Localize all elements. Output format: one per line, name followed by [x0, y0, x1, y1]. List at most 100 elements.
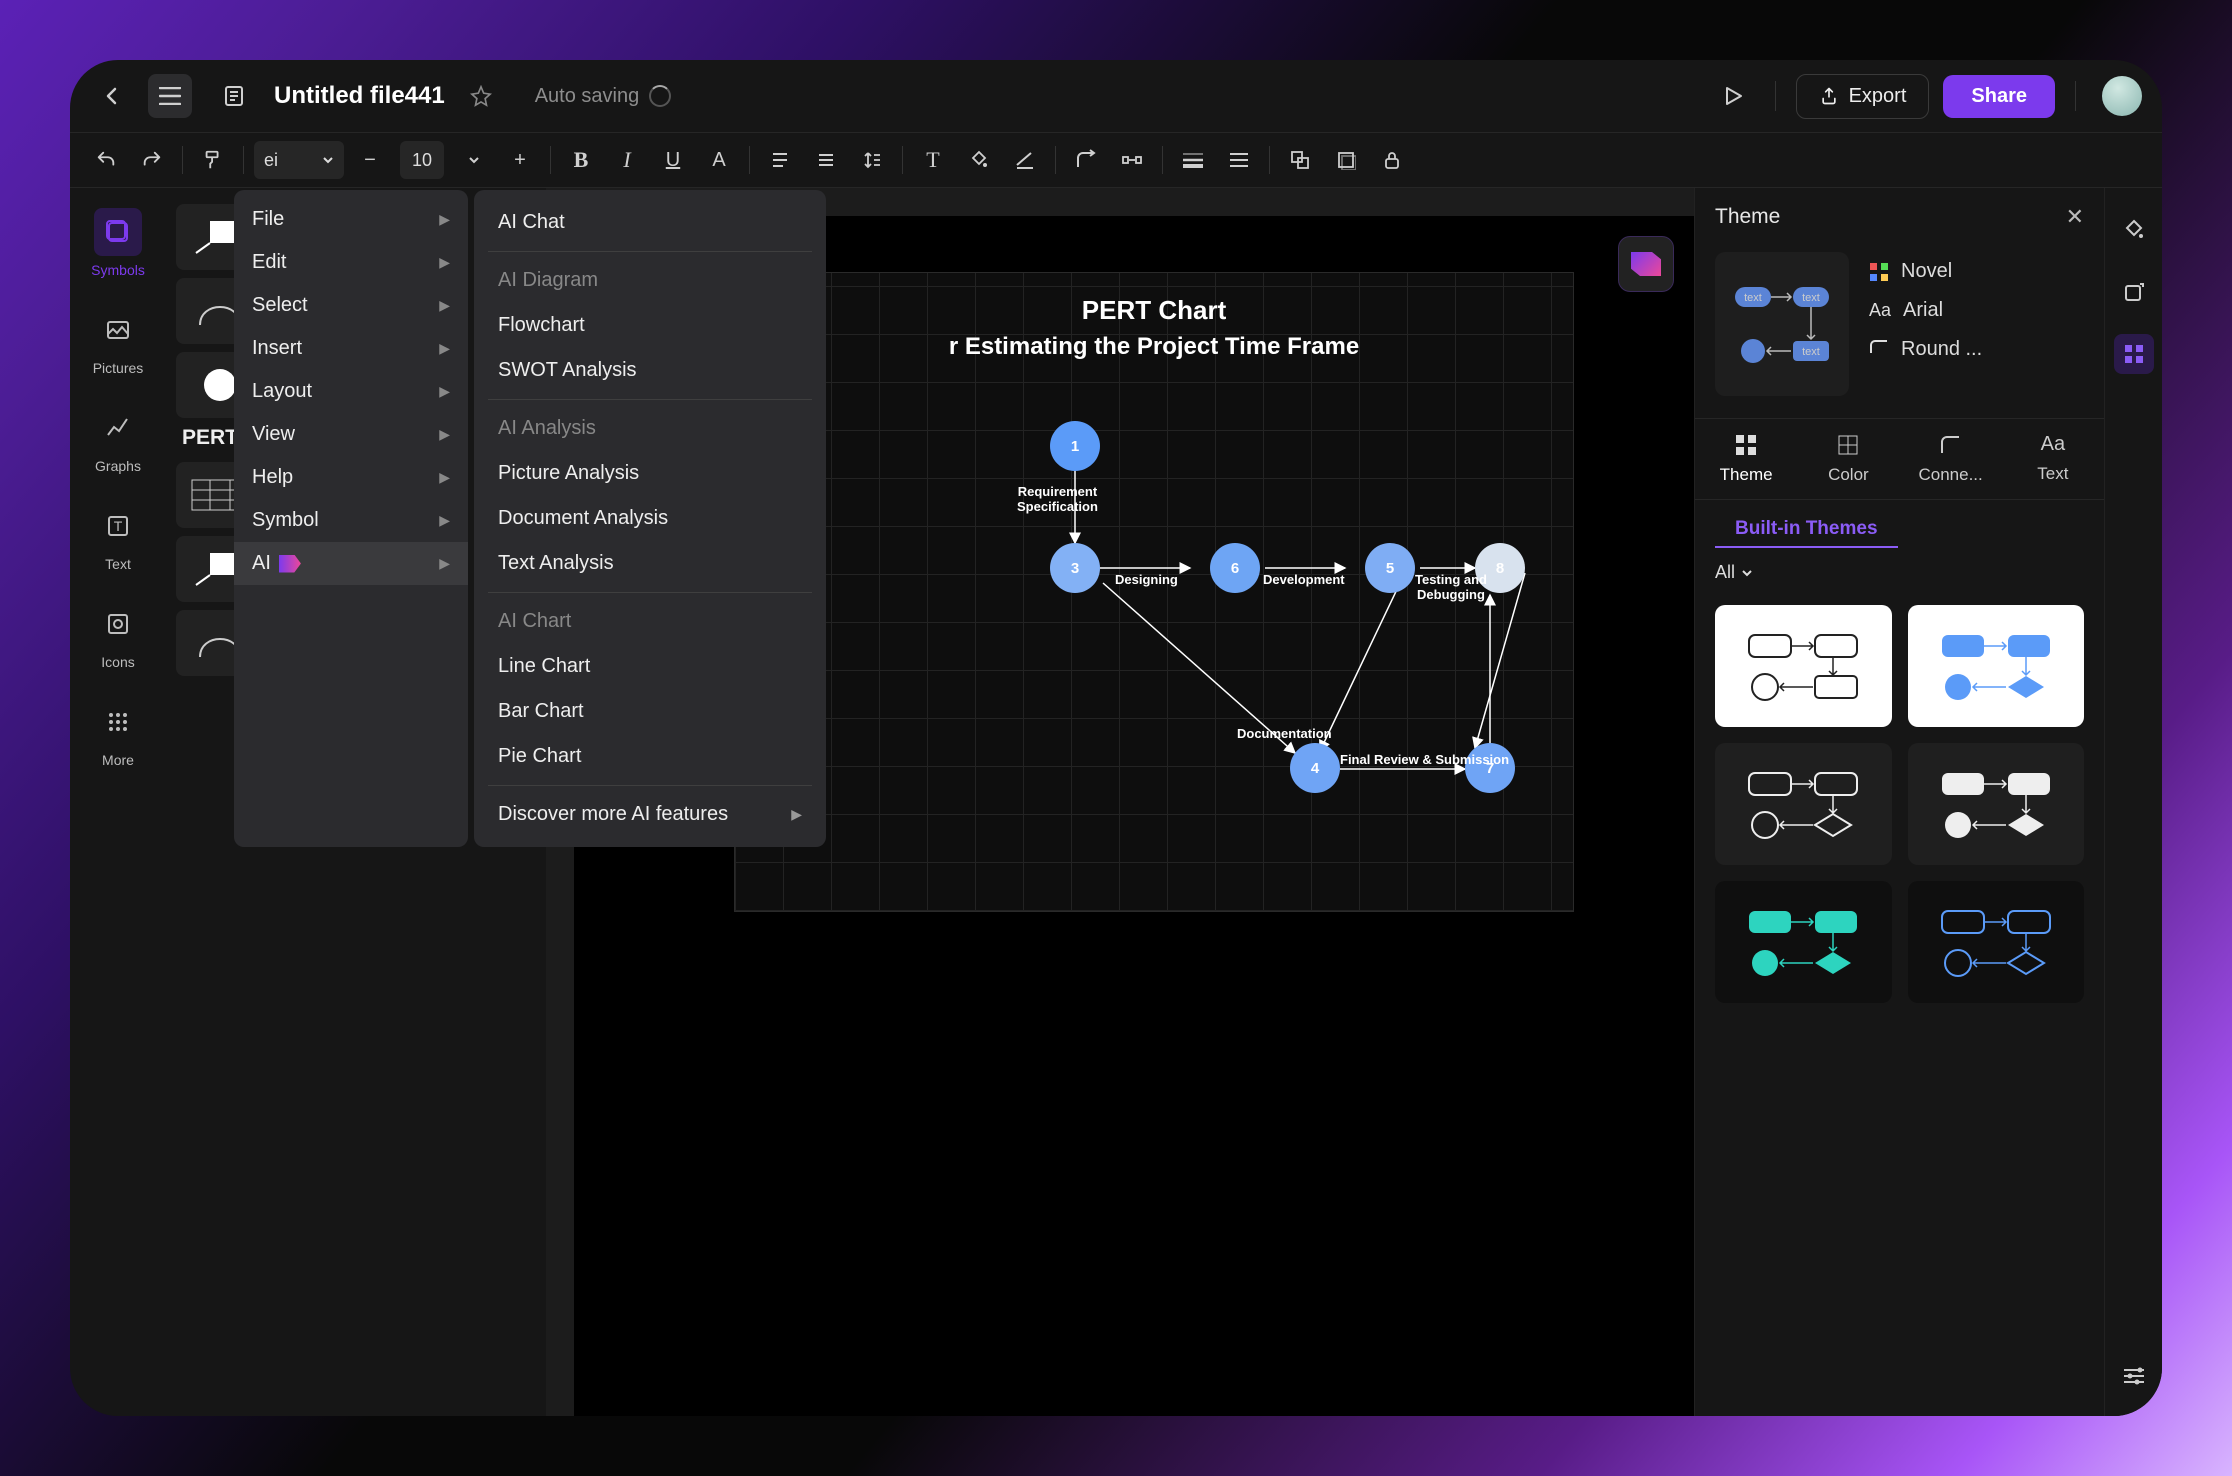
edge-theme-button[interactable] [2114, 334, 2154, 374]
pert-node-3[interactable]: 3 [1050, 543, 1100, 593]
edge-label-documentation: Documentation [1237, 727, 1332, 742]
edge-label-testing: Testing and Debugging [1415, 573, 1487, 603]
menu-insert[interactable]: Insert▶ [234, 327, 468, 370]
border-button[interactable] [1219, 140, 1259, 180]
italic-button[interactable]: I [607, 140, 647, 180]
menu-help-label: Help [252, 466, 293, 489]
font-family-select[interactable]: ei [254, 141, 344, 179]
rail-graphs[interactable]: Graphs [94, 404, 142, 474]
menu-layout[interactable]: Layout▶ [234, 370, 468, 413]
pert-node-4[interactable]: 4 [1290, 743, 1340, 793]
current-theme-thumb[interactable]: text text text [1715, 252, 1849, 396]
menu-help[interactable]: Help▶ [234, 456, 468, 499]
list-button[interactable] [806, 140, 846, 180]
font-size-increase[interactable]: + [500, 140, 540, 180]
pert-node-7[interactable]: 7 [1465, 743, 1515, 793]
edge-fill-button[interactable] [2114, 210, 2154, 250]
menu-insert-label: Insert [252, 337, 302, 360]
pictures-icon [94, 306, 142, 354]
edge-label-development: Development [1263, 573, 1345, 588]
menu-file-label: File [252, 208, 284, 231]
formatting-toolbar: ei − 10 + B I U A T [70, 132, 2162, 188]
font-size-dropdown[interactable] [454, 140, 494, 180]
theme-tab-theme[interactable]: Theme [1695, 419, 1797, 499]
submenu-text-analysis[interactable]: Text Analysis [474, 541, 826, 586]
redo-button[interactable] [132, 140, 172, 180]
format-painter-button[interactable] [193, 140, 233, 180]
menu-symbol[interactable]: Symbol▶ [234, 499, 468, 542]
main-menu-button[interactable] [148, 74, 192, 118]
line-style-button[interactable] [1005, 140, 1045, 180]
ai-assistant-button[interactable] [1618, 236, 1674, 292]
rail-icons[interactable]: Icons [94, 600, 142, 670]
export-button[interactable]: Export [1796, 74, 1930, 119]
line-weight-button[interactable] [1173, 140, 1213, 180]
menu-select[interactable]: Select▶ [234, 284, 468, 327]
undo-button[interactable] [86, 140, 126, 180]
rail-symbols[interactable]: Symbols [91, 208, 145, 278]
submenu-ai-chat[interactable]: AI Chat [474, 200, 826, 245]
built-in-themes-header[interactable]: Built-in Themes [1715, 500, 1898, 548]
submenu-discover-more[interactable]: Discover more AI features▶ [474, 792, 826, 837]
font-size-input[interactable]: 10 [400, 141, 444, 179]
theme-preset-6[interactable] [1908, 881, 2085, 1003]
distribute-button[interactable] [1112, 140, 1152, 180]
close-theme-button[interactable]: ✕ [2066, 204, 2084, 230]
line-spacing-button[interactable] [852, 140, 892, 180]
pert-node-1[interactable]: 1 [1050, 421, 1100, 471]
theme-panel-title: Theme [1715, 205, 1780, 229]
theme-tab-color[interactable]: Color [1797, 419, 1899, 499]
rail-pictures[interactable]: Pictures [93, 306, 144, 376]
font-size-decrease[interactable]: − [350, 140, 390, 180]
arrange-button[interactable] [1326, 140, 1366, 180]
submenu-swot[interactable]: SWOT Analysis [474, 348, 826, 393]
ai-icon [279, 555, 301, 573]
pert-node-5[interactable]: 5 [1365, 543, 1415, 593]
menu-view[interactable]: View▶ [234, 413, 468, 456]
theme-preset-5[interactable] [1715, 881, 1892, 1003]
rail-text[interactable]: T Text [94, 502, 142, 572]
document-page[interactable]: PERT Chart r Estimating the Project Time… [734, 272, 1574, 912]
share-button[interactable]: Share [1943, 75, 2055, 118]
favorite-button[interactable] [459, 74, 503, 118]
theme-tab-text[interactable]: AaText [2002, 419, 2104, 499]
theme-preset-3[interactable] [1715, 743, 1892, 865]
submenu-header-diagram: AI Diagram [474, 258, 826, 303]
theme-tab-theme-label: Theme [1720, 465, 1773, 485]
font-size-value: 10 [412, 150, 432, 171]
edge-add-layer-button[interactable] [2114, 272, 2154, 312]
file-title[interactable]: Untitled file441 [274, 82, 445, 110]
theme-preset-4[interactable] [1908, 743, 2085, 865]
theme-tab-connector[interactable]: Conne... [1900, 419, 2002, 499]
align-button[interactable] [760, 140, 800, 180]
submenu-picture-analysis[interactable]: Picture Analysis [474, 451, 826, 496]
lock-button[interactable] [1372, 140, 1412, 180]
theme-preset-1[interactable] [1715, 605, 1892, 727]
rail-more[interactable]: More [94, 698, 142, 768]
text-tool-button[interactable]: T [913, 140, 953, 180]
edge-settings-button[interactable] [2114, 1356, 2154, 1396]
connector-button[interactable] [1066, 140, 1106, 180]
bold-button[interactable]: B [561, 140, 601, 180]
fill-color-button[interactable] [959, 140, 999, 180]
present-button[interactable] [1711, 74, 1755, 118]
theme-preset-2[interactable] [1908, 605, 2085, 727]
menu-ai[interactable]: AI▶ [234, 542, 468, 585]
right-edge-rail [2104, 188, 2162, 1416]
back-button[interactable] [90, 74, 134, 118]
submenu-line-chart[interactable]: Line Chart [474, 644, 826, 689]
pert-node-6[interactable]: 6 [1210, 543, 1260, 593]
submenu-document-analysis[interactable]: Document Analysis [474, 496, 826, 541]
group-button[interactable] [1280, 140, 1320, 180]
submenu-bar-chart[interactable]: Bar Chart [474, 689, 826, 734]
menu-file[interactable]: File▶ [234, 198, 468, 241]
submenu-flowchart[interactable]: Flowchart [474, 303, 826, 348]
underline-button[interactable]: U [653, 140, 693, 180]
edge-label-req: Requirement Specification [1017, 485, 1098, 515]
user-avatar[interactable] [2102, 76, 2142, 116]
symbols-icon [94, 208, 142, 256]
theme-filter-all[interactable]: All [1695, 548, 2104, 597]
submenu-pie-chart[interactable]: Pie Chart [474, 734, 826, 779]
font-color-button[interactable]: A [699, 140, 739, 180]
menu-edit[interactable]: Edit▶ [234, 241, 468, 284]
